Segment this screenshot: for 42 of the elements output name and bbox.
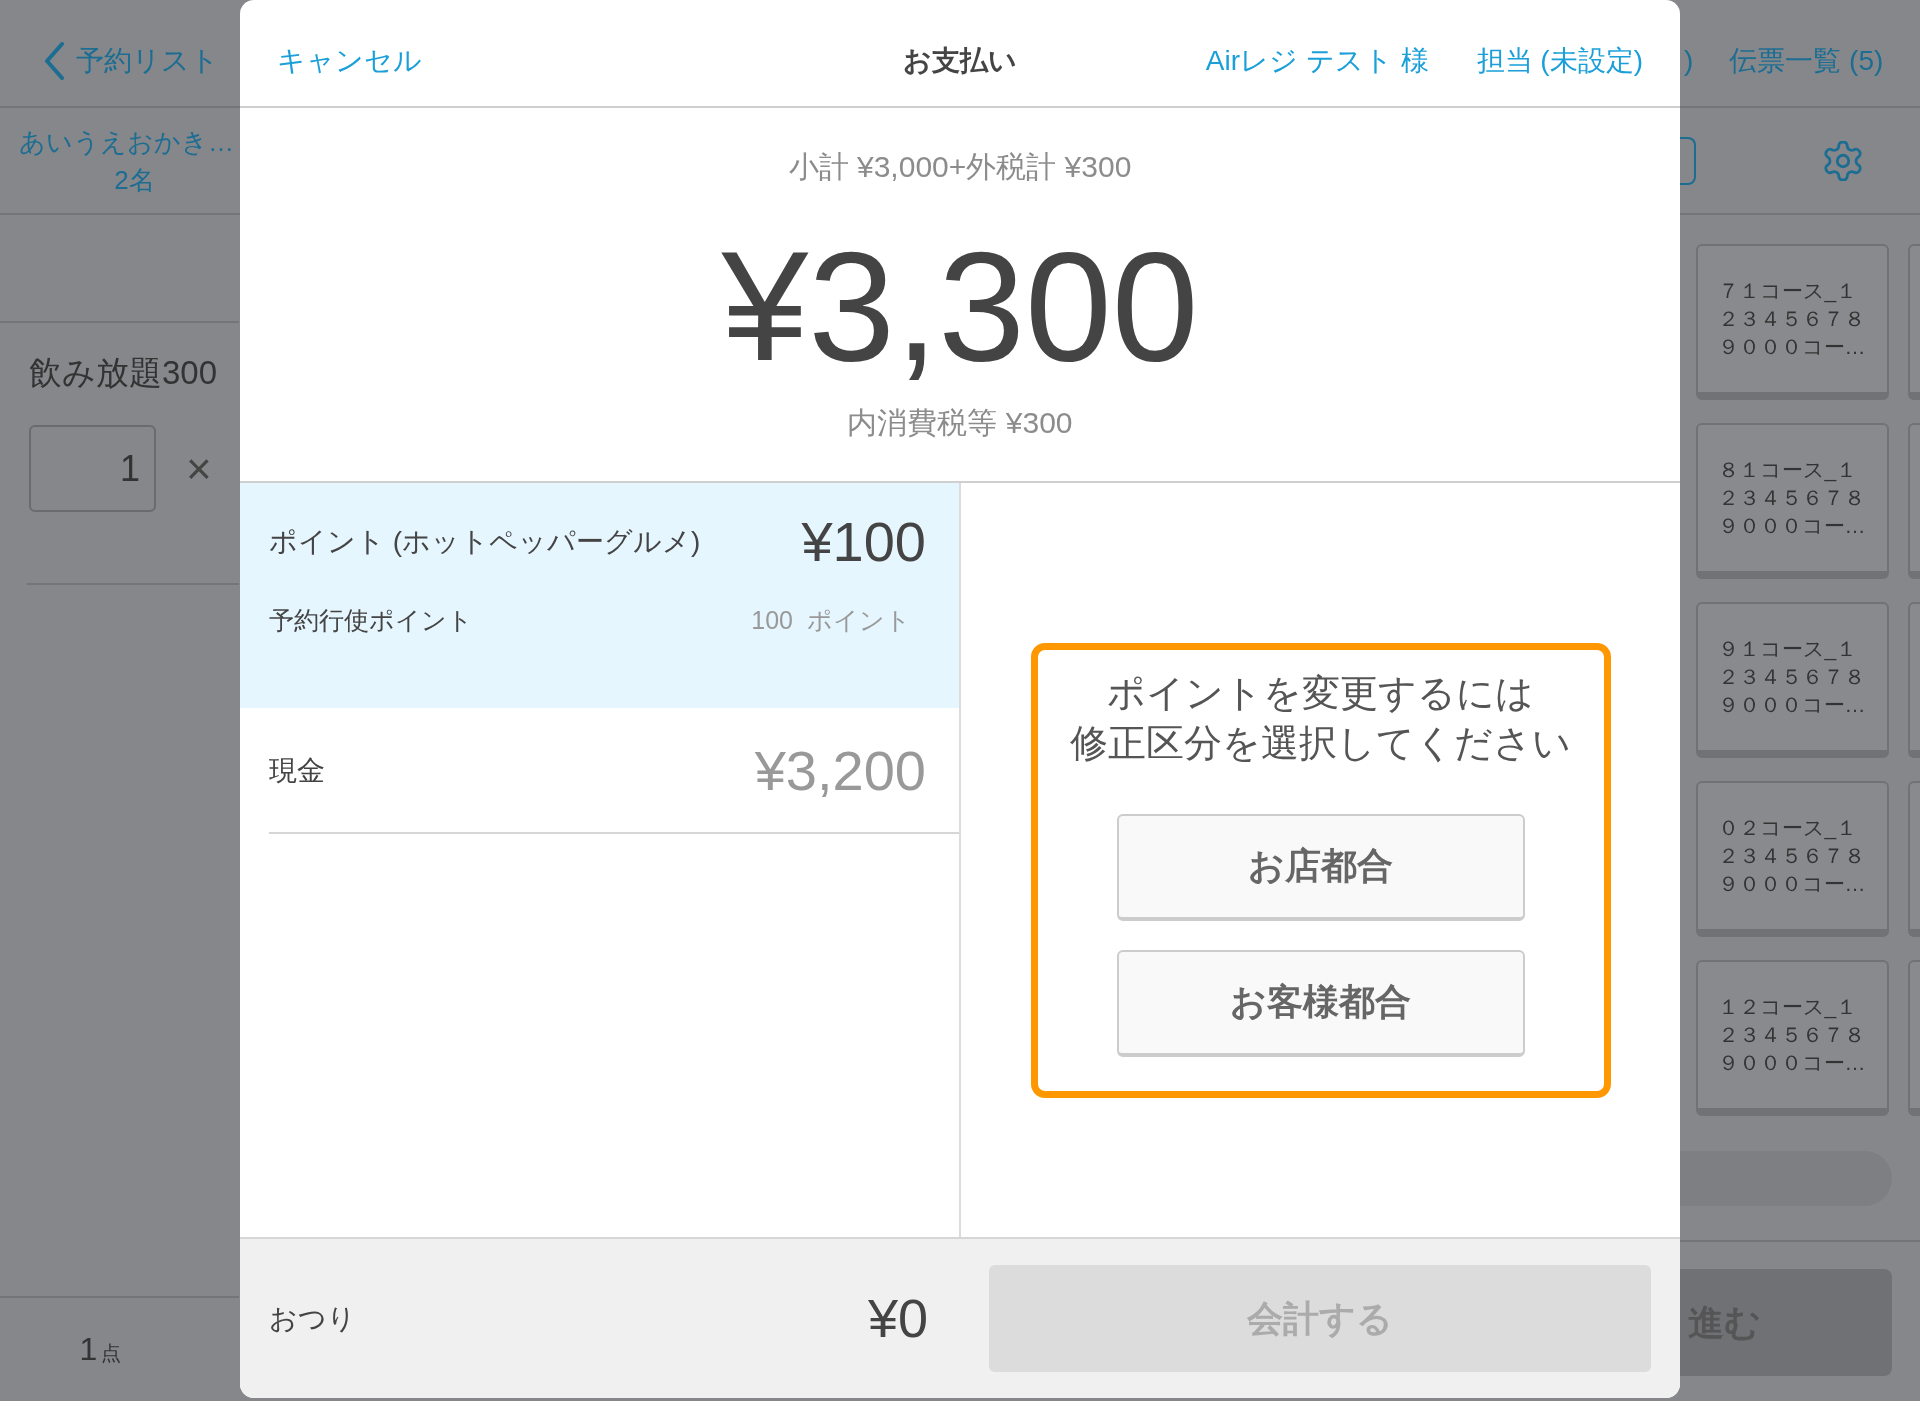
notice-message: 修正区分を選択してください — [1070, 720, 1571, 766]
payment-row[interactable]: ポイント (ホットペッパーグルメ) ¥100 予約行使ポイント 100 ポイント — [240, 483, 959, 708]
course-tile[interactable]: １２コース_１２３４５６７８９０００コー… — [1696, 960, 1889, 1116]
course-tile-edge[interactable] — [1908, 244, 1920, 400]
payment-amount: ¥100 — [801, 512, 926, 572]
reason-button[interactable]: お店都合 — [1116, 813, 1525, 921]
dialog-title: お支払い — [903, 44, 1017, 78]
back-link-label: 予約リスト — [76, 44, 219, 78]
search-bar[interactable] — [1680, 1151, 1892, 1206]
course-tile-edge[interactable] — [1908, 781, 1920, 937]
cancel-link[interactable]: キャンセル — [277, 40, 422, 82]
payment-label: 現金 — [269, 754, 325, 788]
reason-button[interactable]: お客様都合 — [1116, 949, 1525, 1057]
chevron-left-icon — [44, 42, 64, 80]
total-amount: ¥3,300 — [721, 226, 1199, 386]
course-tile-edge[interactable] — [1908, 960, 1920, 1116]
customer-link[interactable]: Airレジ テスト 様 — [1205, 40, 1429, 82]
subtotal-breakdown: 小計 ¥3,000+外税計 ¥300 — [788, 149, 1132, 185]
customer-name: あいうえおかき… — [19, 125, 234, 159]
course-tile[interactable]: ０２コース_１２３４５６７８９０００コー… — [1696, 781, 1889, 937]
item-count: 1 — [79, 1329, 98, 1369]
change-amount: ¥0 — [867, 1287, 928, 1350]
points-value: 100 — [751, 605, 793, 636]
course-tile-edge[interactable] — [1908, 602, 1920, 758]
payment-amount: ¥3,200 — [754, 741, 926, 801]
payment-label: ポイント (ホットペッパーグルメ) — [269, 525, 701, 559]
course-tile[interactable]: ８１コース_１２３４５６７８９０００コー… — [1696, 423, 1889, 579]
multiply-sign: × — [186, 446, 212, 491]
change-label: おつり — [269, 1301, 356, 1336]
points-unit: ポイント — [807, 605, 911, 636]
course-tile[interactable]: ７１コース_１２３４５６７８９０００コー… — [1696, 244, 1889, 400]
course-tile-edge[interactable] — [1908, 423, 1920, 579]
course-tile[interactable]: ９１コース_１２３４５６７８９０００コー… — [1696, 602, 1889, 758]
party-size: 2名 — [114, 163, 155, 197]
staff-link[interactable]: 担当 (未設定) — [1476, 40, 1643, 82]
order-item-name: 飲み放題300 — [29, 353, 219, 393]
points-label: 予約行使ポイント — [269, 605, 473, 636]
notice-message: ポイントを変更するには — [1107, 670, 1534, 716]
quantity-field[interactable]: 1 — [29, 425, 156, 512]
tax-note: 内消費税等 ¥300 — [847, 405, 1073, 441]
settings-icon[interactable] — [1823, 140, 1863, 181]
item-count-unit: 点 — [101, 1340, 122, 1366]
